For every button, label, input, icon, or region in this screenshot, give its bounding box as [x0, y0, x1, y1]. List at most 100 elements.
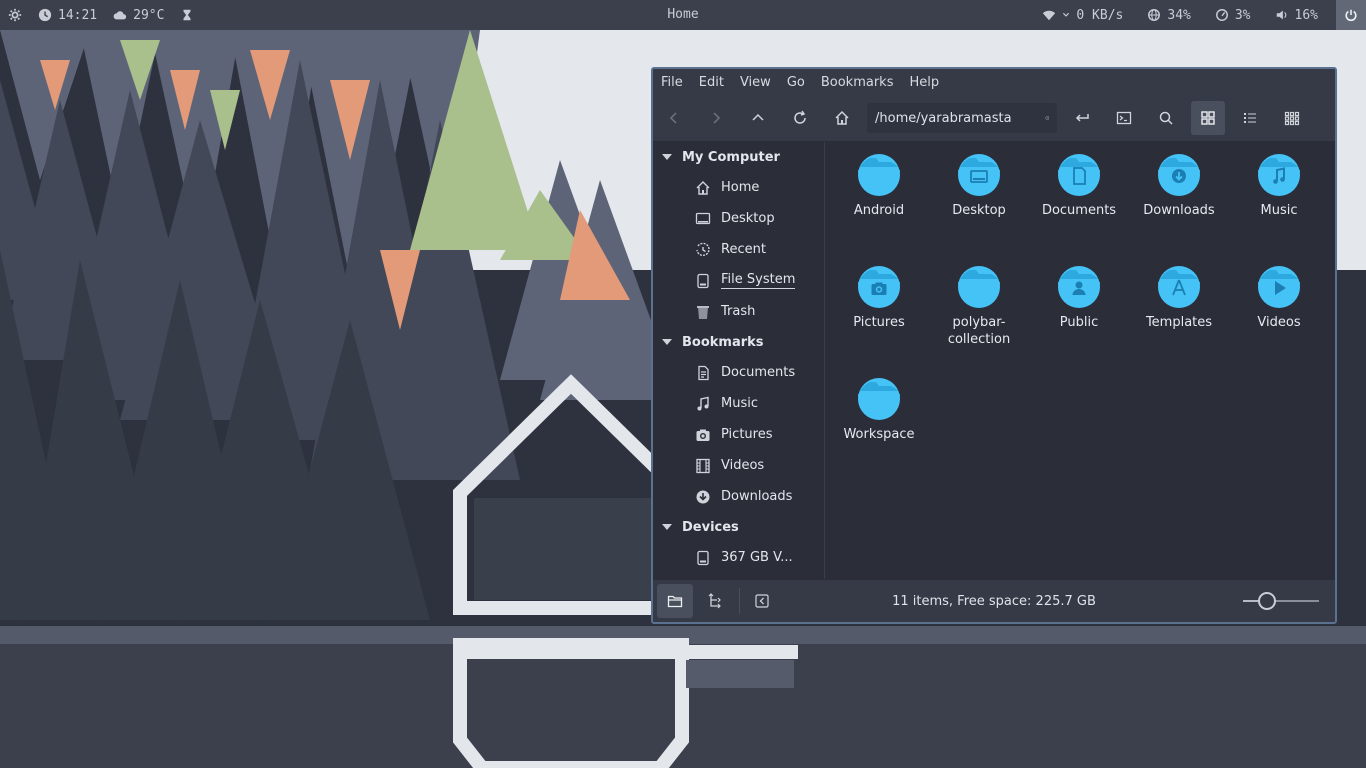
show-places-button[interactable] [657, 584, 693, 618]
section-title: Bookmarks [682, 334, 764, 350]
folder-item[interactable]: Templates [1129, 266, 1229, 378]
location-input[interactable] [875, 110, 1045, 126]
icon-view-button[interactable] [1187, 95, 1229, 141]
zoom-slider-handle[interactable] [1258, 592, 1277, 610]
sidebar-item-music[interactable]: Music [653, 388, 824, 419]
forward-button[interactable] [695, 95, 737, 141]
cloud-icon [113, 11, 127, 20]
folder-name: Videos [1257, 315, 1301, 330]
sidebar-item-desktop[interactable]: Desktop [653, 203, 824, 234]
menu-go[interactable]: Go [779, 75, 813, 90]
chevron-right-icon [713, 112, 721, 124]
toggle-location-button[interactable] [1061, 95, 1103, 141]
menu-help[interactable]: Help [901, 75, 947, 90]
folder-icon [1058, 154, 1100, 196]
search-icon [1159, 111, 1173, 125]
menu-file[interactable]: File [653, 75, 691, 90]
sidebar-item-label: 367 GB V... [721, 550, 793, 565]
hide-sidebar-button[interactable] [744, 584, 780, 618]
show-tree-button[interactable] [697, 584, 733, 618]
zoom-slider-track[interactable] [1243, 592, 1319, 610]
clock-module[interactable]: 14:21 [30, 0, 105, 30]
sidebar-item-label: File System [721, 272, 796, 289]
sidebar-item-label: Pictures [721, 427, 773, 442]
speaker-icon [1276, 10, 1286, 20]
folder-item[interactable]: polybar- collection [929, 266, 1029, 378]
folder-name: Music [1260, 203, 1298, 218]
zoom-slider[interactable] [1243, 580, 1319, 622]
cpu-module[interactable]: 34% [1139, 0, 1198, 30]
cpu-text: 34% [1167, 7, 1191, 23]
sidebar-item-videos[interactable]: Videos [653, 450, 824, 481]
sidebar-item-label: Home [721, 180, 760, 195]
expander-icon [662, 524, 672, 530]
folder-item[interactable]: Documents [1029, 154, 1129, 266]
sidebar-section-devices[interactable]: Devices [653, 512, 824, 542]
sidebar-section-bookmarks[interactable]: Bookmarks [653, 327, 824, 357]
reload-button[interactable] [779, 95, 821, 141]
collapse-sidebar-icon [755, 594, 769, 608]
folder-name: Documents [1041, 203, 1117, 218]
return-icon [1075, 114, 1089, 122]
memory-module[interactable]: 3% [1207, 0, 1259, 30]
launcher-button[interactable] [0, 0, 30, 30]
top-status-bar: 14:21 29°C Home 0 KB/s 34% 3% 16% [0, 0, 1366, 30]
folder-name: Workspace [843, 427, 915, 442]
timer-module[interactable] [172, 0, 202, 30]
terminal-button[interactable] [1103, 95, 1145, 141]
location-bar[interactable] [867, 103, 1057, 133]
list-view-button[interactable] [1229, 95, 1271, 141]
folder-icon [1258, 266, 1300, 308]
recent-icon [696, 242, 710, 256]
sidebar-item-trash[interactable]: Trash [653, 296, 824, 327]
network-module[interactable]: 0 KB/s [1034, 0, 1131, 30]
folder-icon [1158, 154, 1200, 196]
folder-item[interactable]: Workspace [829, 378, 929, 490]
sidebar-item-recent[interactable]: Recent [653, 234, 824, 265]
weather-module[interactable]: 29°C [105, 0, 172, 30]
power-button[interactable] [1336, 0, 1366, 30]
up-button[interactable] [737, 95, 779, 141]
weather-text: 29°C [133, 7, 165, 23]
folder-item[interactable]: Android [829, 154, 929, 266]
clock-icon [38, 8, 52, 22]
folder-icon [1158, 266, 1200, 308]
home-button[interactable] [821, 95, 863, 141]
menu-edit[interactable]: Edit [691, 75, 732, 90]
folder-item[interactable]: Desktop [929, 154, 1029, 266]
folder-item[interactable]: Pictures [829, 266, 929, 378]
folder-icon [1258, 154, 1300, 196]
sidebar-item-home[interactable]: Home [653, 172, 824, 203]
folder-outline-icon [667, 595, 683, 608]
back-button[interactable] [653, 95, 695, 141]
film-icon [696, 458, 710, 473]
folder-icon [1058, 266, 1100, 308]
sidebar-item-label: Trash [721, 304, 756, 319]
compact-view-button[interactable] [1271, 95, 1313, 141]
search-button[interactable] [1145, 95, 1187, 141]
terminal-icon [1116, 111, 1132, 125]
sidebar-item-pictures[interactable]: Pictures [653, 419, 824, 450]
folder-item[interactable]: Public [1029, 266, 1129, 378]
file-view[interactable]: Android Desktop Documents Downloads Music Pic… [825, 142, 1335, 579]
sidebar-section-my-computer[interactable]: My Computer [653, 142, 824, 172]
clear-path-icon[interactable] [1045, 111, 1049, 125]
section-title: My Computer [682, 149, 780, 165]
folder-icon [958, 154, 1000, 196]
sidebar-item-volume[interactable]: 367 GB V... [653, 542, 824, 573]
menu-bookmarks[interactable]: Bookmarks [813, 75, 902, 90]
sidebar-item-downloads[interactable]: Downloads [653, 481, 824, 512]
folder-item[interactable]: Music [1229, 154, 1329, 266]
sidebar-item-documents[interactable]: Documents [653, 357, 824, 388]
volume-module[interactable]: 16% [1267, 0, 1326, 30]
gear-icon [8, 8, 22, 22]
folder-item[interactable]: Videos [1229, 266, 1329, 378]
list-view-icon [1244, 113, 1256, 123]
folder-item[interactable]: Downloads [1129, 154, 1229, 266]
sidebar-item-label: Desktop [721, 211, 775, 226]
sidebar-item-file-system[interactable]: File System [653, 265, 824, 296]
expander-icon [662, 154, 672, 160]
trash-icon [697, 305, 709, 319]
home-icon [835, 110, 849, 125]
menu-view[interactable]: View [732, 75, 779, 90]
